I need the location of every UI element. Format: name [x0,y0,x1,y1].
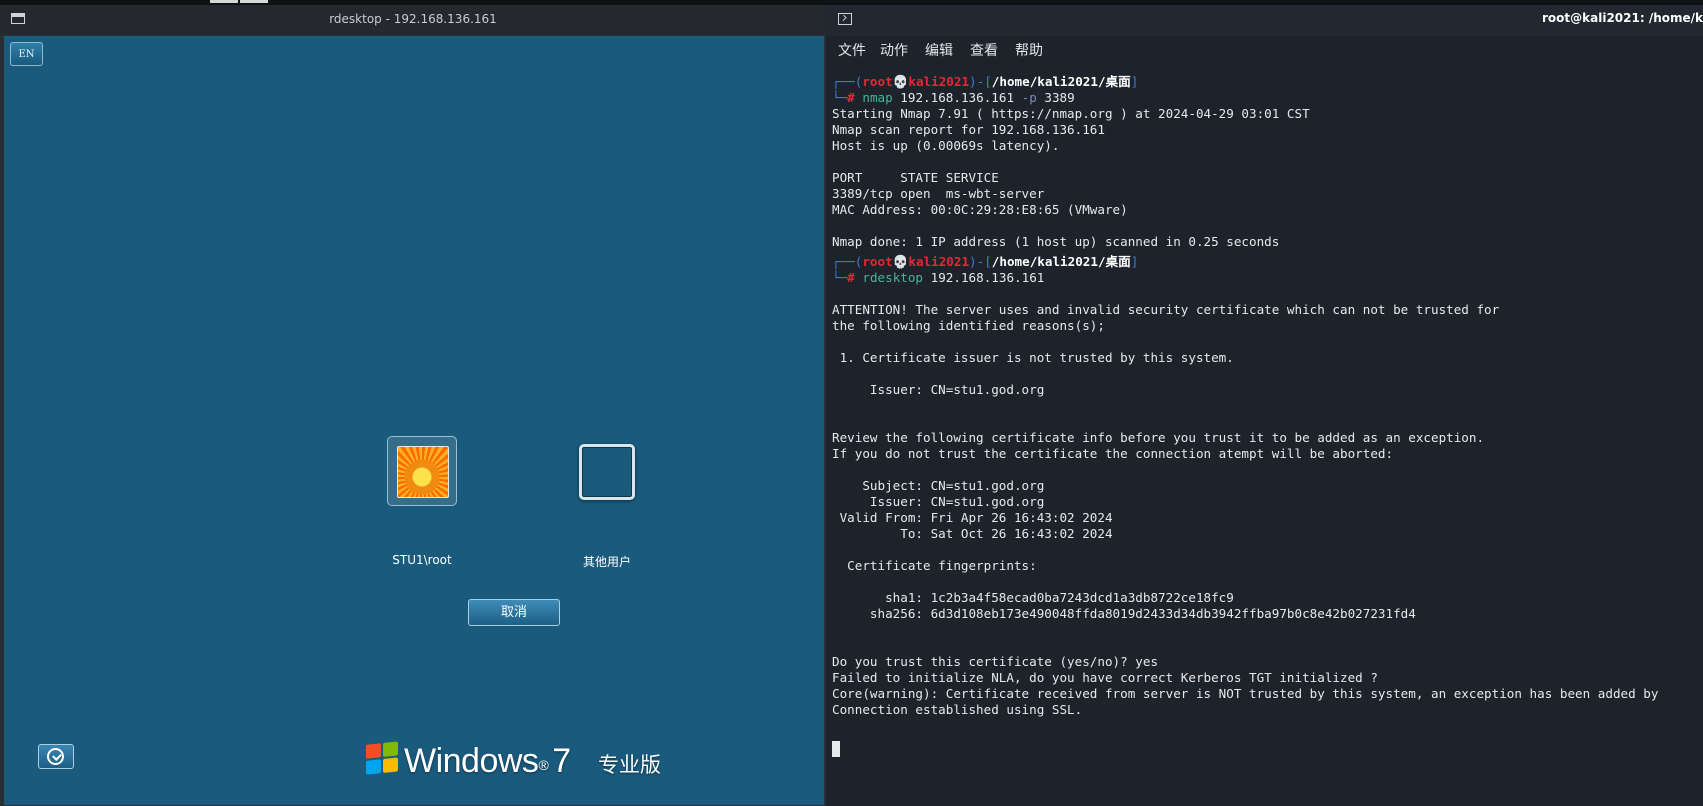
workspace-marker[interactable] [210,0,238,3]
rdesktop-titlebar: rdesktop - 192.168.136.161 [0,5,826,35]
output-line: Host is up (0.00069s latency). [832,138,1060,153]
menu-actions[interactable]: 动作 [880,40,908,60]
ease-of-access-icon [47,748,64,765]
menu-view[interactable]: 查看 [970,40,998,60]
user-tile-root[interactable] [387,436,457,506]
menu-edit[interactable]: 编辑 [925,40,953,60]
output-line: Certificate fingerprints: [832,558,1037,573]
command-line: └─# nmap 192.168.136.161 -p 3389 [832,90,1075,105]
output-line: If you do not trust the certificate the … [832,446,1394,461]
windows-flag-icon [366,741,400,777]
output-line: MAC Address: 00:0C:29:28:E8:65 (VMware) [832,202,1128,217]
output-line: Failed to initialize NLA, do you have co… [832,670,1378,685]
terminal-icon[interactable] [838,13,852,25]
user-tile-other[interactable] [579,444,635,500]
output-line: Do you trust this certificate (yes/no)? … [832,654,1159,669]
output-line: Starting Nmap 7.91 ( https://nmap.org ) … [832,106,1310,121]
windows-edition: 专业版 [598,753,661,777]
output-line: sha256: 6d3d108eb173e490048ffda8019d2433… [832,606,1416,621]
user-label-root[interactable]: STU1\root [352,553,492,567]
output-line: Valid From: Fri Apr 26 16:43:02 2024 [832,510,1113,525]
terminal-titlebar: root@kali2021: /home/k [826,5,1703,36]
user-label-other[interactable]: 其他用户 [537,553,677,570]
output-line: sha1: 1c2b3a4f58ecad0ba7243dcd1a3db8722c… [832,590,1234,605]
rdesktop-window: rdesktop - 192.168.136.161 EN STU1\root … [0,5,826,806]
ease-of-access-button[interactable] [38,744,74,769]
terminal-output[interactable]: ┌──(root💀kali2021)-[/home/kali2021/桌面] └… [826,62,1703,806]
output-line: the following identified reasons(s); [832,318,1105,333]
cancel-button[interactable]: 取消 [468,599,560,626]
output-line: 3389/tcp open ms-wbt-server [832,186,1045,201]
language-indicator[interactable]: EN [10,42,43,66]
output-line: Subject: CN=stu1.god.org [832,478,1045,493]
output-line: PORT STATE SERVICE [832,170,999,185]
prompt-line: ┌──(root💀kali2021)-[/home/kali2021/桌面] [832,74,1139,89]
terminal-window: root@kali2021: /home/k 文件 动作 编辑 查看 帮助 ┌─… [826,5,1703,806]
output-line: To: Sat Oct 26 16:43:02 2024 [832,526,1113,541]
prompt-line: ┌──(root💀kali2021)-[/home/kali2021/桌面] [832,254,1139,269]
windows-wordmark: Windows® 7 [404,742,571,780]
output-line: Core(warning): Certificate received from… [832,686,1659,701]
command-line: └─# rdesktop 192.168.136.161 [832,270,1045,285]
rdesktop-title: rdesktop - 192.168.136.161 [329,12,497,26]
flower-avatar-icon [397,446,449,498]
output-line: Issuer: CN=stu1.god.org [832,494,1045,509]
workspace-marker[interactable] [240,0,268,3]
output-line: 1. Certificate issuer is not trusted by … [832,350,1234,365]
output-line: ATTENTION! The server uses and invalid s… [832,302,1500,317]
terminal-cursor [832,741,840,757]
output-line: Issuer: CN=stu1.god.org [832,382,1045,397]
menu-help[interactable]: 帮助 [1015,40,1043,60]
terminal-menubar: 文件 动作 编辑 查看 帮助 [826,36,1703,62]
output-line: Review the following certificate info be… [832,430,1485,445]
windows7-login-screen: EN STU1\root 其他用户 取消 Windows® 7 专业版 [4,36,824,805]
terminal-title: root@kali2021: /home/k [1542,11,1703,25]
output-line: Nmap scan report for 192.168.136.161 [832,122,1105,137]
menu-file[interactable]: 文件 [838,40,866,60]
output-line: Connection established using SSL. [832,702,1083,717]
output-line: Nmap done: 1 IP address (1 host up) scan… [832,234,1280,249]
